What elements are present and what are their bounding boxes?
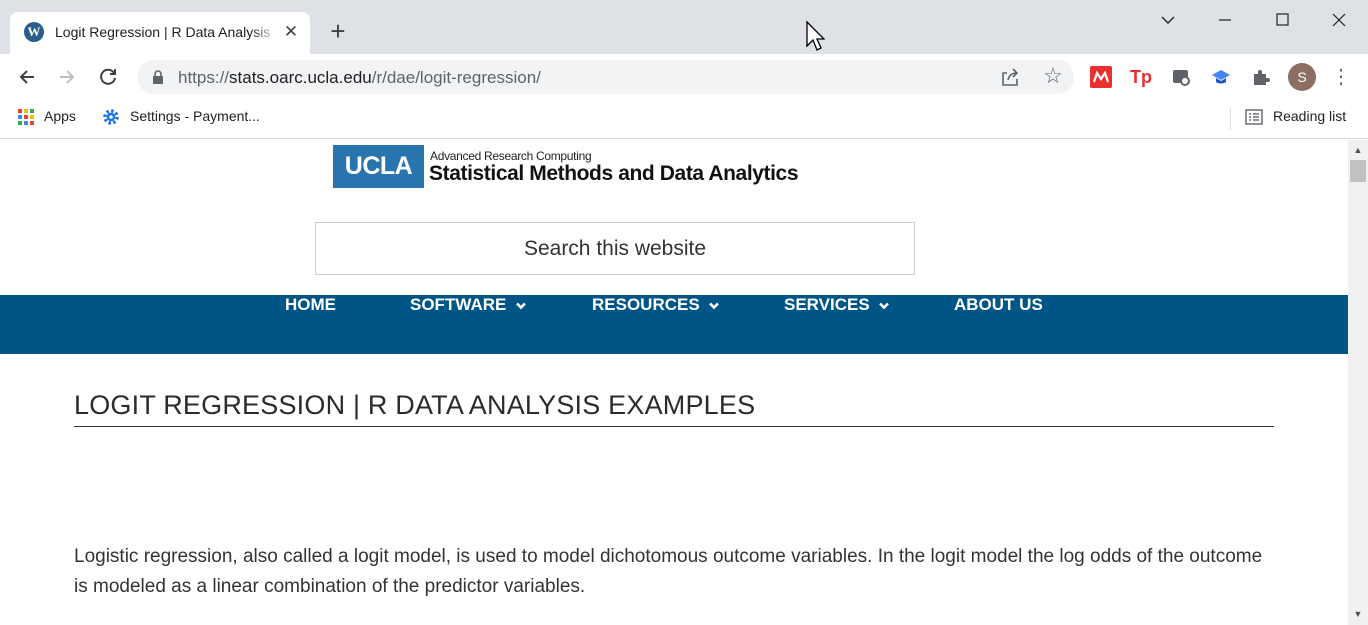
- scroll-up-arrow-icon[interactable]: ▲: [1348, 142, 1368, 159]
- graduation-cap-extension-icon[interactable]: [1210, 66, 1232, 88]
- chevron-down-icon: [516, 302, 526, 309]
- close-window-icon[interactable]: [1319, 6, 1359, 34]
- nav-software[interactable]: SOFTWARE: [410, 295, 526, 354]
- web-page: UCLA Advanced Research Computing Statist…: [0, 140, 1348, 625]
- site-search-input[interactable]: Search this website: [315, 222, 915, 275]
- lock-icon: [153, 70, 163, 84]
- ucla-logo-mark: UCLA: [333, 145, 424, 188]
- extensions-puzzle-icon[interactable]: [1250, 66, 1272, 88]
- reading-list-label: Reading list: [1273, 108, 1347, 124]
- chevron-down-icon: [709, 302, 720, 309]
- tab-title: Logit Regression | R Data Analysis Examp…: [55, 24, 273, 40]
- tab-title-fade: [250, 20, 280, 44]
- url-scheme: https://: [178, 68, 230, 87]
- bookmark-star-icon[interactable]: ☆: [1041, 64, 1065, 88]
- back-button[interactable]: [12, 62, 42, 92]
- scroll-thumb[interactable]: [1350, 160, 1366, 182]
- tab-strip: W Logit Regression | R Data Analysis Exa…: [0, 0, 1368, 54]
- site-nav: HOME SOFTWARE RESOURCES SERVICES ABOUT U…: [0, 295, 1348, 354]
- minimize-icon[interactable]: [1205, 6, 1245, 34]
- apps-grid-icon: [18, 109, 34, 126]
- gear-icon: [103, 109, 119, 126]
- bookmark-apps[interactable]: Apps: [18, 108, 76, 128]
- site-logo[interactable]: UCLA Advanced Research Computing Statist…: [333, 145, 813, 189]
- page-scrollbar[interactable]: ▲ ▼: [1348, 140, 1368, 625]
- nav-software-label: SOFTWARE: [410, 295, 507, 314]
- bookmarks-bar: Apps Settings - Payment... Reading list: [0, 100, 1368, 139]
- profile-avatar[interactable]: S: [1288, 63, 1316, 91]
- address-bar[interactable]: https://stats.oarc.ucla.edu/r/dae/logit-…: [137, 60, 1074, 94]
- close-tab-icon[interactable]: ✕: [282, 22, 300, 42]
- reload-button[interactable]: [93, 62, 123, 92]
- nav-about-label: ABOUT US: [954, 295, 1043, 314]
- screen-extension-icon[interactable]: [1170, 66, 1192, 88]
- browser-tab[interactable]: W Logit Regression | R Data Analysis Exa…: [10, 12, 310, 54]
- nav-about-us[interactable]: ABOUT US: [954, 295, 1043, 354]
- share-icon[interactable]: [999, 66, 1021, 88]
- url-host: stats.oarc.ucla.edu: [229, 68, 372, 87]
- mouse-cursor-icon: [806, 20, 825, 51]
- forward-button[interactable]: [52, 62, 82, 92]
- url-text: https://stats.oarc.ucla.edu/r/dae/logit-…: [178, 68, 541, 88]
- bookmark-settings-payment[interactable]: Settings - Payment...: [102, 108, 260, 128]
- url-path: /r/dae/logit-regression/: [371, 68, 541, 87]
- nav-home-label: HOME: [285, 295, 336, 314]
- intro-paragraph: Logistic regression, also called a logit…: [74, 546, 1263, 597]
- bookmark-settings-label: Settings - Payment...: [130, 108, 260, 124]
- tp-extension-icon[interactable]: Tp: [1130, 66, 1152, 88]
- browser-toolbar: https://stats.oarc.ucla.edu/r/dae/logit-…: [0, 54, 1368, 100]
- logo-title: Statistical Methods and Data Analytics: [429, 162, 799, 185]
- browser-menu-icon[interactable]: ⋮: [1330, 63, 1352, 91]
- page-title: LOGIT REGRESSION | R DATA ANALYSIS EXAMP…: [74, 390, 756, 420]
- scroll-down-arrow-icon[interactable]: ▼: [1348, 606, 1368, 623]
- chevron-down-icon: [879, 302, 890, 309]
- nav-services-label: SERVICES: [784, 295, 870, 314]
- logo-subtitle: Advanced Research Computing: [430, 149, 592, 163]
- nav-resources-label: RESOURCES: [592, 295, 700, 314]
- wordpress-icon: W: [24, 22, 44, 42]
- title-divider: [74, 426, 1274, 427]
- maximize-icon[interactable]: [1262, 6, 1302, 34]
- nav-services[interactable]: SERVICES: [784, 295, 890, 354]
- bookmark-apps-label: Apps: [44, 108, 76, 124]
- reading-list-button[interactable]: Reading list: [1245, 108, 1346, 128]
- mendeley-extension-icon[interactable]: [1090, 66, 1112, 88]
- nav-resources[interactable]: RESOURCES: [592, 295, 720, 354]
- tab-search-chevron-icon[interactable]: [1148, 6, 1188, 34]
- reading-list-icon: [1245, 109, 1263, 125]
- new-tab-button[interactable]: +: [324, 18, 352, 46]
- nav-home[interactable]: HOME: [285, 295, 336, 354]
- bookmarks-divider: [1230, 108, 1231, 130]
